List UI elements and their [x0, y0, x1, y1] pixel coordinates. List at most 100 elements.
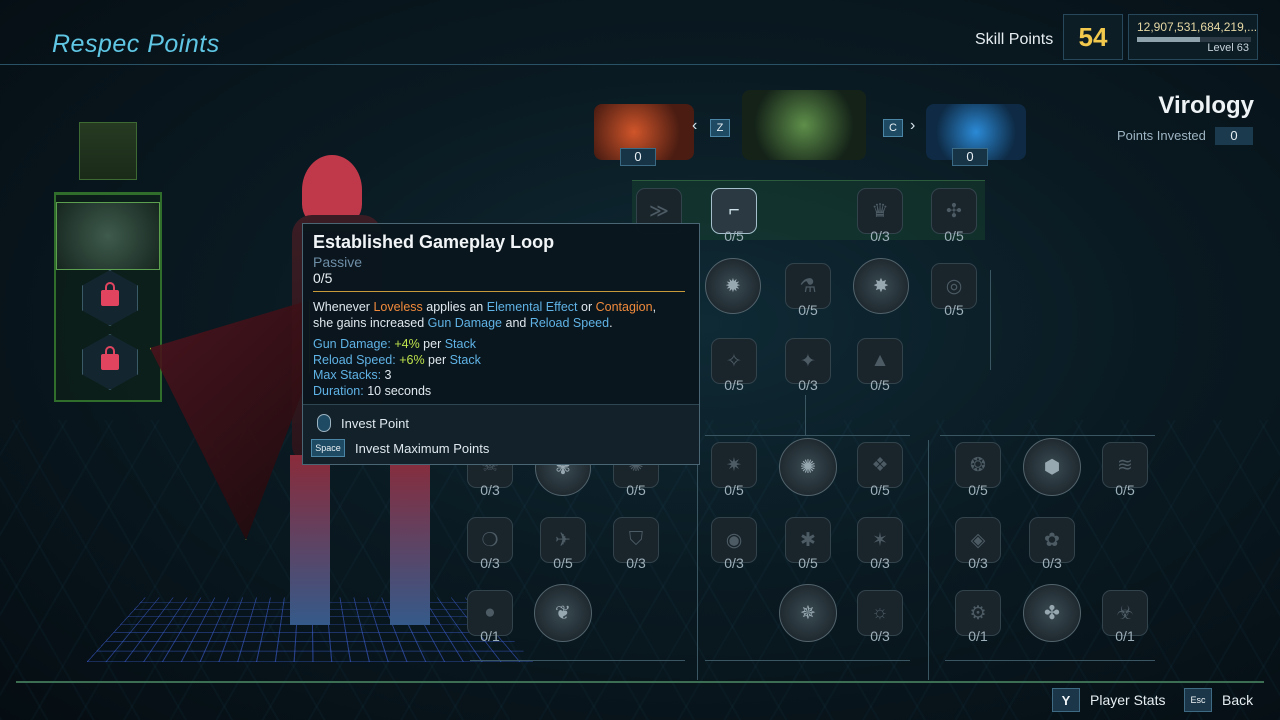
skill-node-count: 0/5 — [870, 482, 890, 498]
skill-node-capstone[interactable]: ✵ — [779, 584, 837, 642]
triskelion-icon: ✣ — [946, 200, 962, 222]
stat-key: Gun Damage: — [313, 337, 391, 351]
skill-tree-name: Virology — [1158, 92, 1254, 119]
points-invested-label: Points Invested — [1117, 128, 1206, 143]
skill-node-capstone[interactable]: ✹ — [705, 258, 761, 314]
action-skill-left[interactable]: 0 — [594, 104, 694, 166]
gun-icon: ⌐ — [728, 200, 740, 221]
dash-icon: ≋ — [1117, 454, 1133, 476]
equipped-action-skill[interactable] — [56, 202, 160, 270]
skill-points-value: 54 — [1063, 14, 1123, 60]
back-button[interactable]: Esc Back — [1184, 688, 1253, 712]
skill-node-count: 0/3 — [480, 555, 500, 571]
virus-icon: ✿ — [1044, 529, 1060, 551]
stat-key: Duration: — [313, 383, 364, 398]
ring-icon: ❂ — [970, 454, 986, 476]
skill-node-capstone[interactable]: ⬢ — [1023, 438, 1081, 496]
stat-value: 10 seconds — [363, 383, 432, 398]
tooltip-stats: Gun Damage: +4% per Stack Reload Speed: … — [313, 337, 481, 399]
spiral-icon: ✺ — [800, 456, 816, 478]
skill-node-count: 0/5 — [724, 228, 744, 244]
desc-text: , — [652, 300, 657, 314]
lock-icon — [101, 346, 119, 370]
desc-text: and — [502, 316, 530, 330]
character-leg — [290, 455, 330, 625]
space-key-icon: Space — [311, 439, 345, 457]
desc-keyword: Reload Speed — [529, 316, 610, 330]
skill-node-count: 0/5 — [626, 482, 646, 498]
page-title: Respec Points — [52, 30, 220, 58]
hazard-icon: ☣ — [1116, 602, 1134, 624]
skill-node-count: 0/5 — [944, 302, 964, 318]
compass-icon: ✧ — [726, 350, 742, 372]
stat-value: +4% — [394, 337, 420, 351]
tooltip-title: Established Gameplay Loop — [313, 232, 555, 252]
desc-keyword: Loveless — [373, 300, 423, 314]
mouse-icon — [317, 414, 331, 432]
skill-node-count: 0/3 — [1042, 555, 1062, 571]
chevron-right-icon[interactable]: › — [910, 117, 915, 135]
connector-line — [697, 440, 698, 680]
tooltip-type: Passive — [313, 254, 363, 270]
skill-node-count: 0/5 — [724, 377, 744, 393]
shard-icon: ◈ — [970, 529, 986, 551]
stat-row: Max Stacks: 3 — [313, 368, 481, 384]
player-stats-button[interactable]: Y Player Stats — [1052, 688, 1165, 712]
skill-node-count: 0/3 — [968, 555, 988, 571]
skill-tooltip: Established Gameplay Loop Passive 0/5 Wh… — [302, 223, 700, 465]
lock-icon — [101, 282, 119, 306]
stat-row: Gun Damage: +4% per Stack — [313, 337, 481, 353]
action-skill-right-count: 0 — [952, 148, 988, 166]
chevron-left-icon[interactable]: ‹ — [692, 117, 697, 135]
drop-icon: ✱ — [800, 529, 816, 551]
skill-node-capstone[interactable]: ✤ — [1023, 584, 1081, 642]
chevrons-icon: ≫ — [649, 200, 669, 222]
tooltip-description: Whenever Loveless applies an Elemental E… — [313, 299, 693, 331]
stat-text: per — [424, 352, 450, 367]
skill-node-count: 0/5 — [870, 377, 890, 393]
eye-icon: ◉ — [725, 529, 743, 551]
desc-text: she gains increased — [313, 316, 428, 330]
skill-node-capstone[interactable]: ❦ — [534, 584, 592, 642]
stat-row: Duration: 10 seconds — [313, 384, 481, 400]
claw-emblem-icon[interactable] — [79, 122, 137, 180]
skill-node-capstone[interactable]: ✺ — [779, 438, 837, 496]
skill-node-capstone[interactable]: ✸ — [853, 258, 909, 314]
skill-node-count: 0/5 — [798, 302, 818, 318]
next-key[interactable]: C — [883, 119, 903, 137]
xp-panel: 12,907,531,684,219,... Level 63 — [1128, 14, 1258, 60]
skill-node-count: 0/1 — [480, 628, 500, 644]
tooltip-actions: Invest Point Space Invest Maximum Points — [303, 404, 699, 464]
connector-line — [705, 660, 910, 661]
star-icon: ✶ — [872, 529, 888, 551]
skill-node-count: 0/5 — [968, 482, 988, 498]
stat-key: Reload Speed: — [313, 352, 396, 367]
action-skill-left-count: 0 — [620, 148, 656, 166]
connector-line — [940, 435, 1155, 436]
stat-keyword: Stack — [444, 337, 476, 351]
stat-keyword: Stack — [449, 352, 481, 367]
stat-value: +6% — [399, 352, 425, 367]
orb-icon: ❍ — [481, 529, 499, 551]
action-skill-right[interactable]: 0 — [926, 104, 1026, 166]
sun-icon: ☼ — [871, 602, 889, 623]
connector-line — [805, 395, 806, 435]
skill-node-count: 0/3 — [870, 228, 890, 244]
action-skill-center[interactable] — [742, 90, 866, 160]
flame-icon: ▲ — [870, 350, 890, 371]
desc-text: Whenever — [313, 300, 374, 314]
invest-max-action[interactable]: Space Invest Maximum Points — [311, 439, 489, 457]
skill-node-count: 0/3 — [724, 555, 744, 571]
desc-keyword: Contagion — [595, 300, 653, 314]
skill-node-count: 0/3 — [480, 482, 500, 498]
esc-key-icon: Esc — [1184, 688, 1212, 712]
prev-key[interactable]: Z — [710, 119, 730, 137]
tooltip-rank: 0/5 — [313, 270, 333, 286]
invest-point-label: Invest Point — [341, 415, 409, 431]
invest-max-label: Invest Maximum Points — [355, 440, 490, 456]
points-invested-value: 0 — [1215, 127, 1253, 145]
desc-text: or — [577, 300, 596, 314]
invest-point-action[interactable]: Invest Point — [317, 414, 409, 432]
skill-node-count: 0/3 — [626, 555, 646, 571]
header-divider — [0, 64, 1280, 65]
